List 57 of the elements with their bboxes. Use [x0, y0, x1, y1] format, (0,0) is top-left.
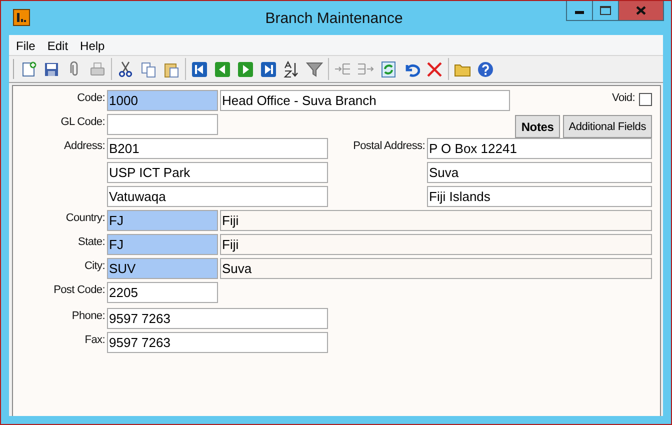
- field-label: Code:: [76, 91, 106, 104]
- next-record-icon[interactable]: [237, 60, 254, 78]
- copy-icon[interactable]: [140, 60, 157, 78]
- input-field[interactable]: USP ICT Park: [107, 162, 328, 183]
- additional-fields-button[interactable]: Additional Fields: [562, 115, 652, 138]
- app-logo-icon: [13, 9, 30, 26]
- field-label: Address:: [62, 139, 106, 152]
- input-field[interactable]: Vatuwaqa: [107, 186, 328, 207]
- field-label: Void:: [612, 91, 636, 104]
- input-field[interactable]: Fiji: [220, 210, 652, 231]
- printer-icon[interactable]: [89, 60, 106, 78]
- field-label: Postal Address:: [352, 139, 426, 152]
- input-field[interactable]: Head Office - Suva Branch: [220, 90, 510, 111]
- filter-icon[interactable]: [306, 60, 323, 78]
- input-field[interactable]: FJ: [107, 210, 218, 231]
- close-icon: [636, 6, 646, 15]
- last-record-icon[interactable]: [260, 60, 277, 78]
- input-field[interactable]: 2205: [107, 282, 218, 303]
- first-record-icon[interactable]: [191, 60, 208, 78]
- scissors-icon[interactable]: [117, 60, 134, 78]
- field-label: Phone:: [70, 309, 106, 322]
- input-field[interactable]: B201: [107, 138, 328, 159]
- refresh-icon[interactable]: [380, 60, 397, 78]
- window-title: Branch Maintenance: [264, 9, 404, 27]
- input-field[interactable]: Fiji: [220, 234, 652, 255]
- input-field[interactable]: SUV: [107, 258, 218, 279]
- minimize-button[interactable]: [566, 1, 593, 21]
- previous-record-icon[interactable]: [214, 60, 231, 78]
- input-field[interactable]: P O Box 12241: [427, 138, 652, 159]
- close-button[interactable]: [618, 1, 664, 21]
- new-document-icon[interactable]: [20, 60, 37, 78]
- void-checkbox[interactable]: [639, 93, 652, 106]
- menu-item[interactable]: Help: [74, 39, 111, 53]
- help-icon[interactable]: [477, 60, 494, 78]
- input-field[interactable]: Suva: [220, 258, 652, 279]
- menu-item[interactable]: Edit: [41, 39, 74, 53]
- field-label: Post Code:: [52, 283, 106, 296]
- input-field[interactable]: Suva: [427, 162, 652, 183]
- input-field[interactable]: 9597 7263: [107, 308, 328, 329]
- input-field[interactable]: 9597 7263: [107, 332, 328, 353]
- indent-icon[interactable]: [334, 60, 351, 78]
- field-label: Country:: [64, 211, 106, 224]
- paste-icon[interactable]: [163, 60, 180, 78]
- input-field[interactable]: FJ: [107, 234, 218, 255]
- field-label: GL Code:: [60, 115, 106, 128]
- input-field[interactable]: Fiji Islands: [427, 186, 652, 207]
- field-label: State:: [77, 235, 106, 248]
- menu-item[interactable]: File: [10, 39, 42, 53]
- sort-icon[interactable]: [283, 60, 300, 78]
- field-label: Fax:: [84, 333, 106, 346]
- input-field[interactable]: [107, 114, 218, 135]
- save-icon[interactable]: [43, 60, 60, 78]
- notes-button[interactable]: Notes: [515, 115, 560, 138]
- outdent-icon[interactable]: [357, 60, 374, 78]
- field-label: City:: [83, 259, 106, 272]
- delete-icon[interactable]: [426, 60, 443, 78]
- input-field[interactable]: 1000: [107, 90, 218, 111]
